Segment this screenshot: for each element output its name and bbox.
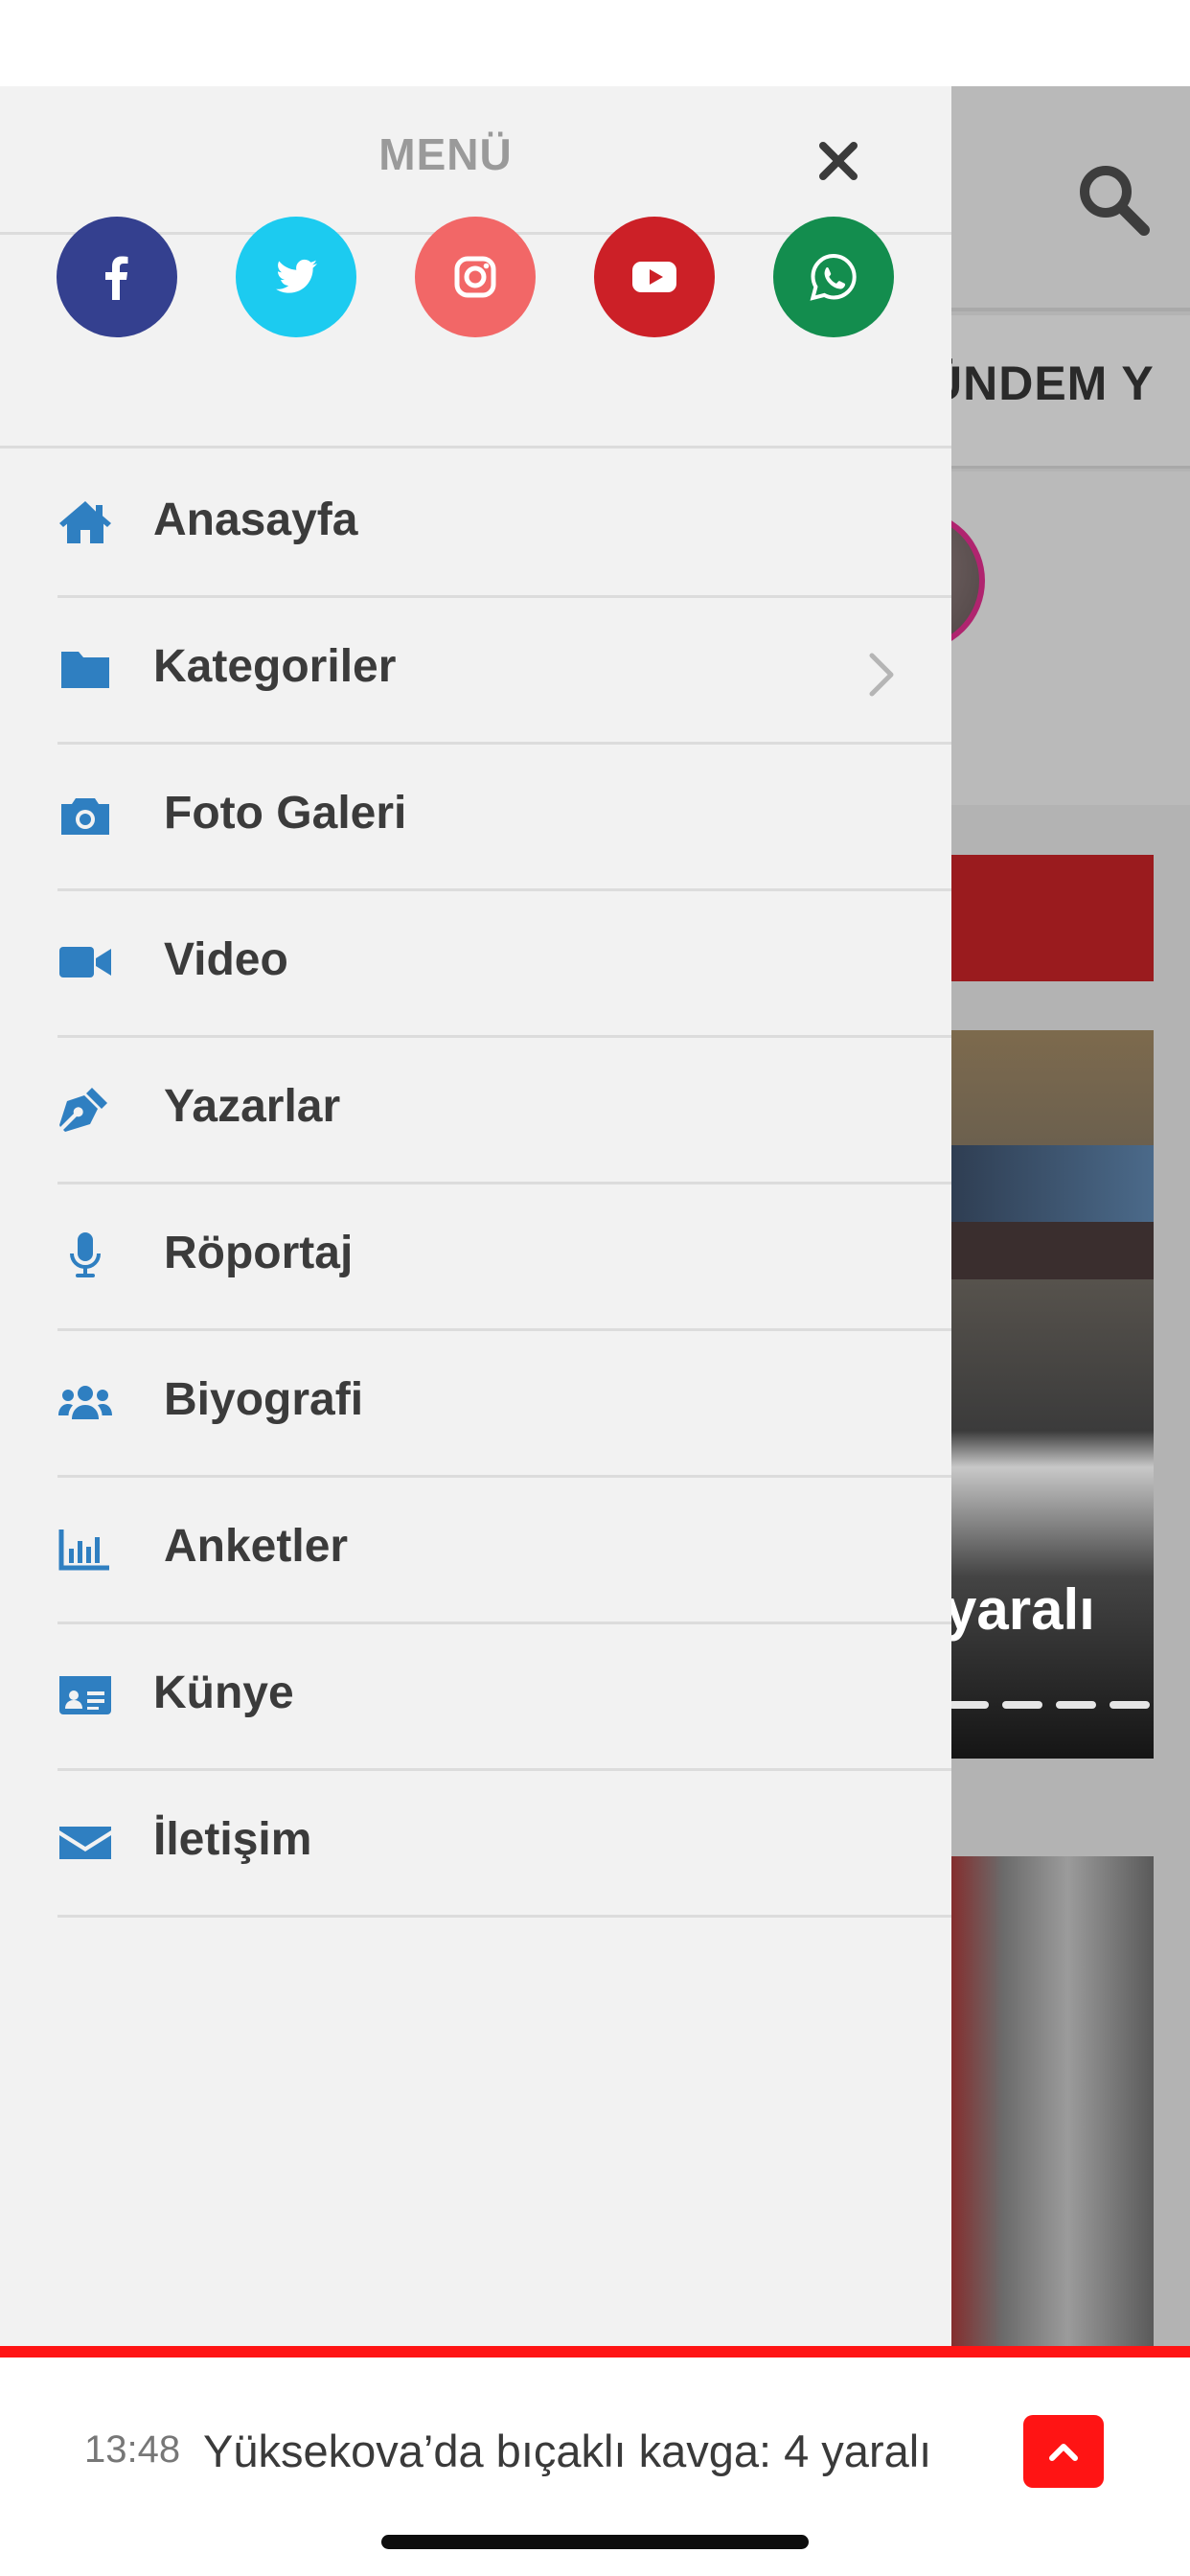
whatsapp-icon bbox=[810, 253, 857, 301]
drawer-title: MENÜ bbox=[378, 129, 513, 179]
slider-dots bbox=[939, 1701, 1154, 1711]
menu-item-anasayfa[interactable]: Anasayfa bbox=[0, 451, 951, 598]
youtube-icon bbox=[632, 262, 676, 292]
slider-dot[interactable] bbox=[1002, 1701, 1042, 1709]
video-camera-icon bbox=[56, 935, 115, 989]
microphone-icon bbox=[56, 1229, 115, 1282]
slider-dot[interactable] bbox=[1056, 1701, 1096, 1709]
envelope-icon bbox=[56, 1815, 115, 1869]
menu-item-anketler[interactable]: Anketler bbox=[0, 1478, 951, 1624]
menu-item-label: Biyografi bbox=[164, 1374, 364, 1425]
menu-item-label: Foto Galeri bbox=[164, 788, 407, 839]
menu-item-label: Röportaj bbox=[164, 1228, 354, 1278]
nav-item-gundem[interactable]: ÜNDEM Y bbox=[927, 356, 1155, 411]
bar-chart-icon bbox=[56, 1522, 115, 1576]
slider-photo[interactable]: yaralı bbox=[939, 1030, 1154, 1759]
close-icon[interactable] bbox=[810, 132, 867, 190]
facebook-icon bbox=[105, 256, 128, 300]
drawer-header: MENÜ bbox=[0, 86, 951, 235]
headline-banner bbox=[939, 855, 1154, 981]
menu-item-label: Künye bbox=[153, 1668, 294, 1718]
menu-item-label: Anasayfa bbox=[153, 494, 358, 545]
news-photo[interactable] bbox=[939, 1856, 1154, 2346]
menu-item-label: Video bbox=[164, 934, 288, 985]
instagram-button[interactable] bbox=[415, 217, 536, 337]
home-indicator[interactable] bbox=[381, 2535, 809, 2549]
instagram-icon bbox=[454, 256, 496, 298]
chevron-right-icon bbox=[869, 653, 894, 697]
menu-item-label: Yazarlar bbox=[164, 1081, 341, 1132]
id-card-icon bbox=[56, 1668, 115, 1722]
menu-item-video[interactable]: Video bbox=[0, 891, 951, 1038]
menu-item-label: Kategoriler bbox=[153, 641, 397, 692]
menu-item-roportaj[interactable]: Röportaj bbox=[0, 1184, 951, 1331]
whatsapp-button[interactable] bbox=[773, 217, 894, 337]
menu-list: Anasayfa Kategoriler Foto Galeri Video Y… bbox=[0, 451, 951, 1918]
twitter-icon bbox=[276, 259, 317, 293]
scroll-top-button[interactable] bbox=[1023, 2415, 1104, 2488]
menu-item-yazarlar[interactable]: Yazarlar bbox=[0, 1038, 951, 1184]
home-icon bbox=[56, 495, 115, 549]
ticker-time: 13:48 bbox=[84, 2428, 181, 2471]
pen-icon bbox=[56, 1082, 115, 1136]
chevron-up-icon bbox=[1049, 2444, 1078, 2461]
youtube-button[interactable] bbox=[594, 217, 715, 337]
menu-item-kunye[interactable]: Künye bbox=[0, 1624, 951, 1771]
status-bar bbox=[0, 0, 1190, 86]
side-menu-drawer: MENÜ Anasayfa Kategoriler Foto Galeri Vi… bbox=[0, 86, 951, 2346]
menu-item-kategoriler[interactable]: Kategoriler bbox=[0, 598, 951, 745]
slider-dot[interactable] bbox=[949, 1701, 989, 1709]
users-icon bbox=[56, 1375, 115, 1429]
camera-icon bbox=[56, 789, 115, 842]
twitter-button[interactable] bbox=[236, 217, 356, 337]
folder-icon bbox=[56, 642, 115, 696]
menu-item-foto-galeri[interactable]: Foto Galeri bbox=[0, 745, 951, 891]
slider-dot[interactable] bbox=[1110, 1701, 1150, 1709]
ticker-headline[interactable]: Yüksekova’da bıçaklı kavga: 4 yaralı bbox=[203, 2425, 931, 2477]
facebook-button[interactable] bbox=[57, 217, 177, 337]
slide-caption: yaralı bbox=[945, 1577, 1095, 1642]
photo-sign bbox=[939, 1222, 1154, 1279]
search-icon[interactable] bbox=[1075, 161, 1152, 238]
menu-item-label: İletişim bbox=[153, 1814, 312, 1865]
menu-item-iletisim[interactable]: İletişim bbox=[0, 1771, 951, 1918]
menu-item-label: Anketler bbox=[164, 1521, 349, 1572]
menu-item-biyografi[interactable]: Biyografi bbox=[0, 1331, 951, 1478]
